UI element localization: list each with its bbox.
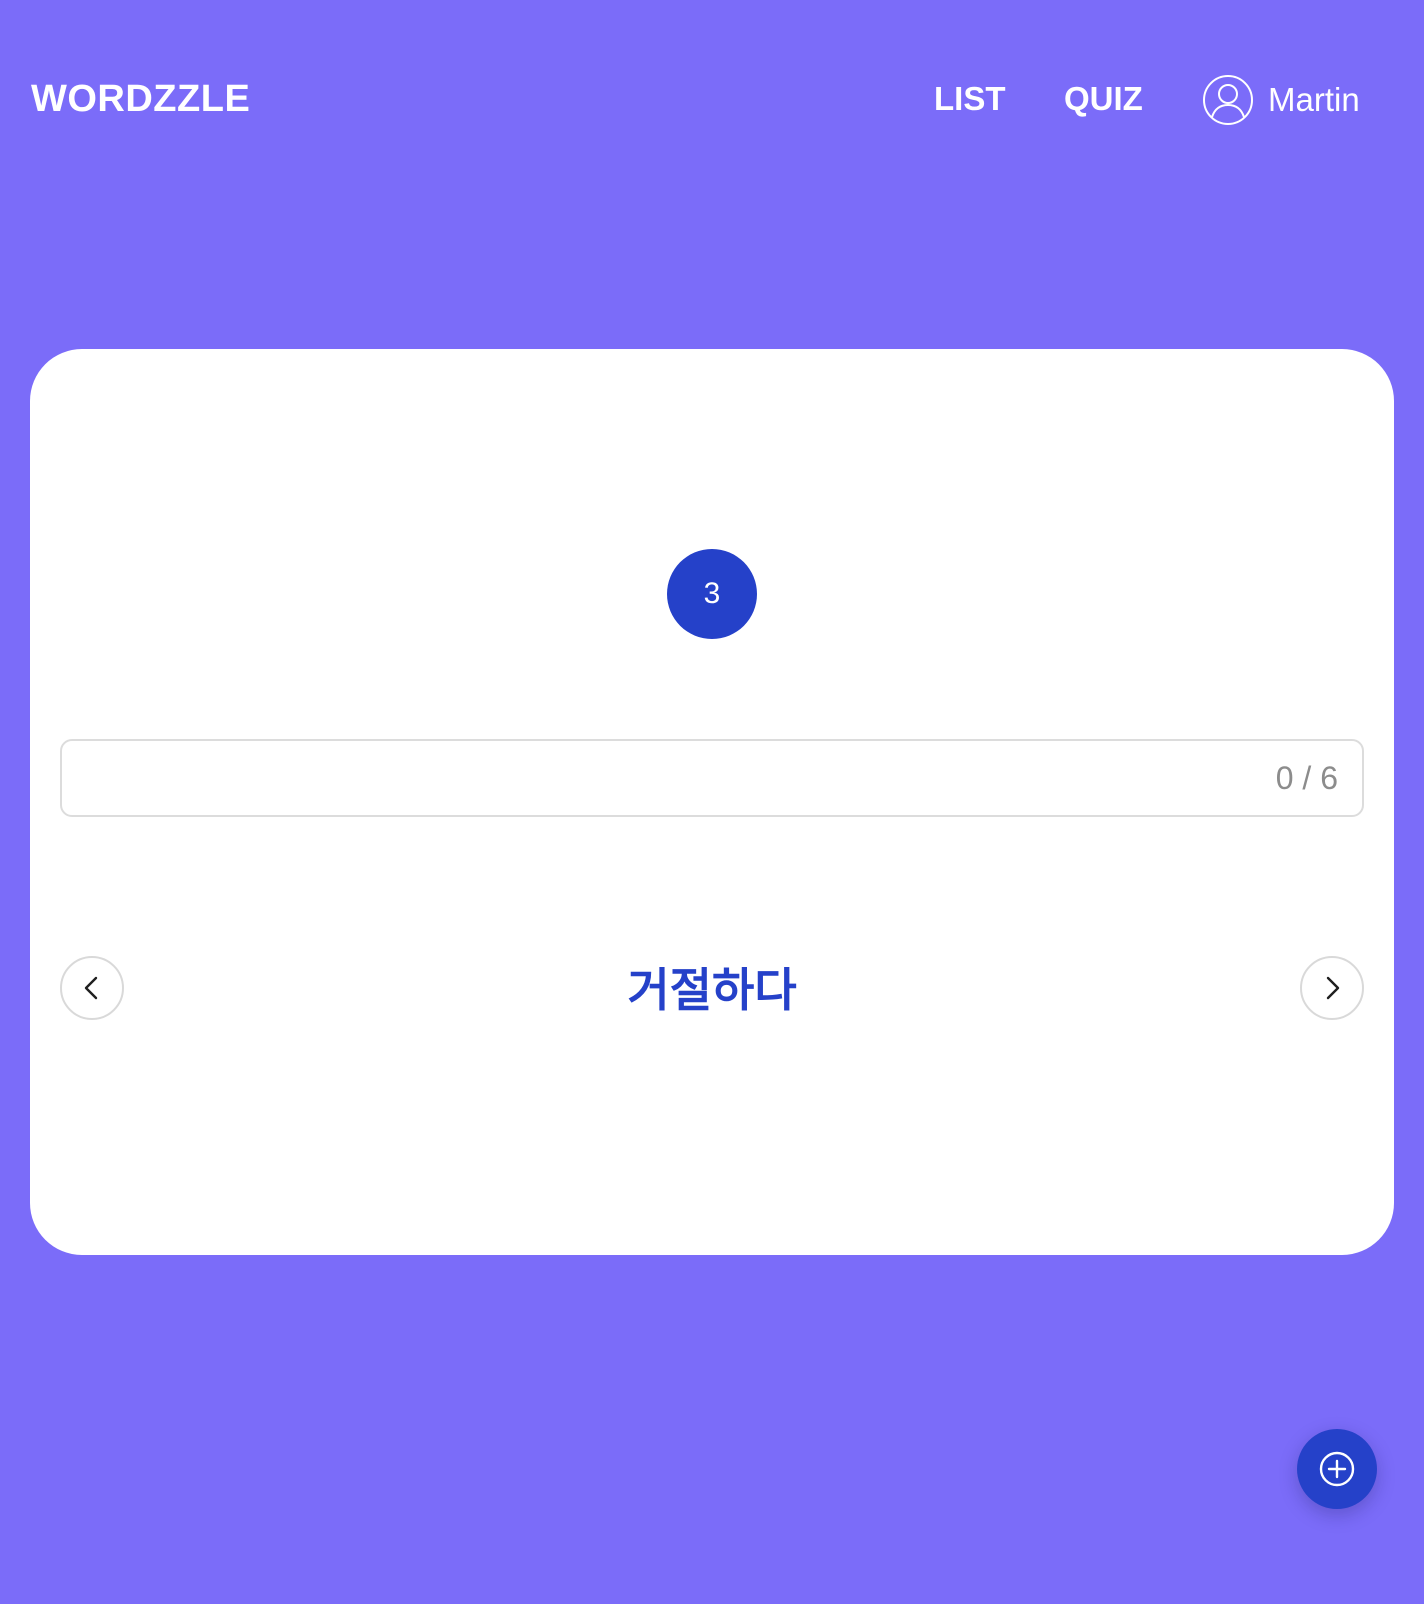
word-display: 거절하다 [627,963,797,1017]
character-count: 0 / 6 [1275,759,1338,796]
top-navigation-bar: WORDZZLE LIST QUIZ Martin [0,0,1424,200]
nav-link-list[interactable]: LIST [934,80,1006,118]
nav-link-quiz[interactable]: QUIZ [1064,80,1143,118]
step-number-badge: 3 [667,549,757,639]
plus-circle-icon [1319,1451,1355,1487]
flashcard: 3 0 / 6 거절하다 [30,349,1394,1255]
user-circle-icon [1203,75,1253,125]
add-word-button[interactable] [1297,1429,1377,1509]
user-menu[interactable]: Martin [1202,74,1360,126]
chevron-right-icon [1326,976,1340,1000]
user-name: Martin [1268,81,1360,118]
next-word-button[interactable] [1300,956,1364,1020]
answer-field: 0 / 6 [60,739,1364,817]
app-logo[interactable]: WORDZZLE [31,78,250,121]
answer-input[interactable] [62,741,1276,815]
